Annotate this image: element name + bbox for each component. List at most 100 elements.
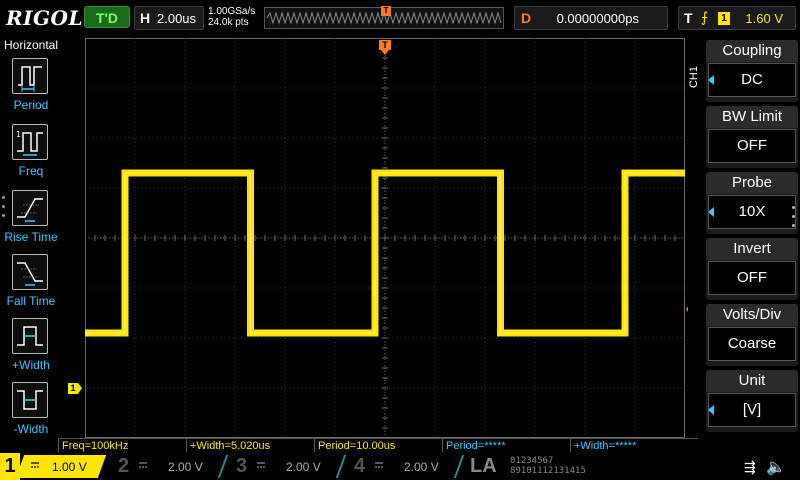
measurement-result[interactable]: +Width=5.020us bbox=[186, 438, 314, 452]
ch1-number: 1 bbox=[0, 453, 20, 480]
ch1-waveform bbox=[85, 169, 685, 337]
svg-text:1: 1 bbox=[16, 130, 21, 139]
sample-rate-readout: 1.00GSa/s 24.0k pts bbox=[208, 6, 255, 28]
trigger-marker-label: T bbox=[379, 40, 391, 50]
measure-menu-panel: Horizontal Period 1 Freq Rise Time Fall … bbox=[0, 38, 62, 438]
menu-probe-title: Probe bbox=[706, 172, 798, 194]
period-icon bbox=[12, 58, 48, 94]
measure-fall-time-button[interactable]: Fall Time bbox=[0, 254, 62, 318]
sample-rate: 1.00GSa/s bbox=[208, 6, 256, 17]
tab-divider bbox=[325, 455, 347, 478]
chevron-left-icon bbox=[708, 75, 714, 85]
right-scroll-indicator bbox=[792, 206, 798, 233]
menu-coupling[interactable]: Coupling DC bbox=[706, 40, 798, 104]
menu-probe-value: 10X bbox=[708, 195, 796, 229]
menu-unit-value: [V] bbox=[708, 393, 796, 427]
measure-period-label: Period bbox=[13, 98, 49, 112]
channel-menu-label: CH1 bbox=[688, 66, 700, 89]
menu-invert-title: Invert bbox=[706, 238, 798, 260]
fall-time-icon bbox=[12, 254, 48, 290]
la-label: LA bbox=[470, 455, 497, 477]
menu-probe[interactable]: Probe 10X bbox=[706, 172, 798, 236]
dc-coupling-icon bbox=[31, 462, 39, 468]
horizontal-label: H bbox=[140, 10, 151, 26]
measure-freq-label: Freq bbox=[18, 164, 44, 178]
ch2-scale: 2.00 V bbox=[168, 460, 203, 474]
menu-unit-title: Unit bbox=[706, 370, 798, 392]
ch1-trace-highlight bbox=[85, 172, 685, 334]
timebase-value: 2.00us bbox=[157, 11, 197, 26]
measure-neg-width-button[interactable]: -Width bbox=[0, 382, 62, 446]
measure-neg-width-label: -Width bbox=[13, 422, 49, 436]
menu-coupling-value: DC bbox=[708, 63, 796, 97]
menu-volts-div[interactable]: Volts/Div Coarse bbox=[706, 304, 798, 368]
menu-unit[interactable]: Unit [V] bbox=[706, 370, 798, 434]
measurement-result[interactable]: Freq=100kHz bbox=[58, 438, 186, 452]
trigger-position-marker: T bbox=[381, 6, 391, 16]
ch3-number: 3 bbox=[236, 455, 248, 477]
channel-status-bar: 1 1.00 V 2 2.00 V 3 2.00 V 4 2.00 V LA 0… bbox=[0, 453, 800, 480]
delay-value: 0.00000000ps bbox=[556, 11, 639, 26]
tab-divider bbox=[207, 455, 229, 478]
menu-bw-limit-value: OFF bbox=[708, 129, 796, 163]
ch3-status-tab[interactable]: 3 2.00 V bbox=[230, 453, 347, 480]
logic-analyzer-tab[interactable]: LA 01234567 89101112131415 bbox=[468, 453, 608, 480]
ch1-offset-marker[interactable]: 1 bbox=[68, 383, 82, 394]
neg-width-icon bbox=[12, 382, 48, 418]
dc-coupling-icon bbox=[257, 462, 265, 468]
ch1-scale: 1.00 V bbox=[52, 460, 87, 474]
measurement-result[interactable]: Period=10.00us bbox=[314, 438, 442, 452]
rigol-logo: RIGOL bbox=[6, 6, 84, 30]
measure-freq-button[interactable]: 1 Freq bbox=[0, 124, 62, 188]
measurement-result[interactable]: Period=***** bbox=[442, 438, 570, 452]
freq-icon: 1 bbox=[12, 124, 48, 160]
measure-rise-time-label: Rise Time bbox=[4, 230, 58, 244]
memory-depth: 24.0k pts bbox=[208, 17, 249, 28]
menu-invert-value: OFF bbox=[708, 261, 796, 295]
measurement-result[interactable]: +Width=***** bbox=[570, 438, 698, 452]
ch1-status-tab[interactable]: 1 1.00 V bbox=[0, 453, 108, 480]
measure-menu-title: Horizontal bbox=[3, 38, 59, 52]
ch4-scale: 2.00 V bbox=[404, 460, 439, 474]
tab-divider bbox=[443, 455, 465, 478]
menu-bw-limit[interactable]: BW Limit OFF bbox=[706, 106, 798, 170]
delay-box[interactable]: D 0.00000000ps bbox=[514, 6, 668, 30]
trigger-marker-arrow bbox=[381, 50, 389, 55]
menu-coupling-title: Coupling bbox=[706, 40, 798, 62]
menu-invert[interactable]: Invert OFF bbox=[706, 238, 798, 302]
speaker-muted-icon[interactable]: 🔈 bbox=[766, 457, 786, 477]
usb-icon: ⇶ bbox=[744, 459, 756, 475]
trigger-level-value: 1.60 V bbox=[745, 11, 783, 26]
rising-edge-icon: ⨍ bbox=[701, 9, 709, 25]
channel-menu-panel: CH1 Coupling DC BW Limit OFF Probe 10X I… bbox=[688, 38, 800, 438]
menu-volts-div-value: Coarse bbox=[708, 327, 796, 361]
measure-rise-time-button[interactable]: Rise Time bbox=[0, 190, 62, 254]
la-bits-row1: 01234567 bbox=[510, 456, 554, 466]
ch4-status-tab[interactable]: 4 2.00 V bbox=[348, 453, 465, 480]
trigger-source-badge: 1 bbox=[718, 12, 730, 25]
ch2-number: 2 bbox=[118, 455, 130, 477]
trigger-box[interactable]: T ⨍ 1 1.60 V bbox=[678, 6, 796, 30]
rise-time-icon bbox=[12, 190, 48, 226]
ch2-status-tab[interactable]: 2 2.00 V bbox=[112, 453, 229, 480]
memory-position-window[interactable]: T bbox=[264, 6, 504, 29]
delay-label: D bbox=[521, 10, 532, 26]
trigger-label: T bbox=[684, 10, 693, 26]
trigger-position-top-marker[interactable]: T bbox=[379, 40, 391, 56]
run-state-badge[interactable]: T'D bbox=[84, 6, 130, 28]
measure-period-button[interactable]: Period bbox=[0, 58, 62, 122]
measure-pos-width-label: +Width bbox=[12, 358, 50, 372]
measure-fall-time-label: Fall Time bbox=[6, 294, 56, 308]
ch1-marker-label: 1 bbox=[68, 383, 78, 394]
pos-width-icon bbox=[12, 318, 48, 354]
measure-pos-width-button[interactable]: +Width bbox=[0, 318, 62, 382]
waveform-display[interactable] bbox=[85, 38, 685, 438]
measurement-results-bar: Freq=100kHz +Width=5.020us Period=10.00u… bbox=[58, 438, 698, 452]
ch3-scale: 2.00 V bbox=[286, 460, 321, 474]
chevron-left-icon bbox=[708, 405, 714, 415]
ch1-trace bbox=[85, 169, 685, 337]
horizontal-timebase-box[interactable]: H 2.00us bbox=[134, 6, 204, 30]
la-bits-row2: 89101112131415 bbox=[510, 466, 586, 476]
chevron-left-icon bbox=[708, 207, 714, 217]
dc-coupling-icon bbox=[375, 462, 383, 468]
